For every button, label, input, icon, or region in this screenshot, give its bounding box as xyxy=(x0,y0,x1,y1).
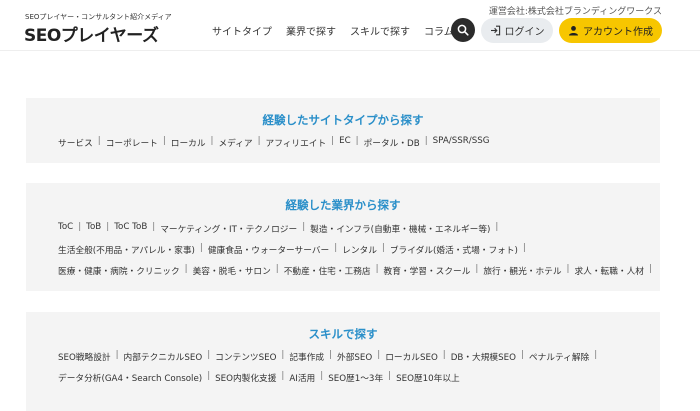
filter-tag-link[interactable]: レンタル xyxy=(342,243,377,256)
tag-separator: | xyxy=(329,350,333,360)
tag-separator: | xyxy=(115,350,119,360)
site-logo[interactable]: SEOプレイヤーズ xyxy=(24,21,159,46)
tag-separator: | xyxy=(388,371,392,381)
nav-item-site-type[interactable]: サイトタイプ xyxy=(212,23,272,38)
filter-tag-link[interactable]: コンテンツSEO xyxy=(215,350,276,363)
filter-tag-link[interactable]: 生活全般(不用品・アパレル・家事) xyxy=(58,243,195,256)
login-label: ログイン xyxy=(504,27,545,38)
login-icon xyxy=(490,25,500,36)
header-divider xyxy=(0,50,700,51)
tag-row: 医療・健康・病院・クリニック | 美容・脱毛・サロン | 不動産・住宅・工務店 | 教育・学… xyxy=(58,264,657,277)
filter-tag-link[interactable]: メディア xyxy=(218,136,252,149)
tag-separator: | xyxy=(207,371,211,381)
filter-tag-link[interactable]: SEO戦略設計 xyxy=(58,350,111,363)
tag-separator: | xyxy=(381,243,385,253)
tag-separator: | xyxy=(162,136,166,146)
main-nav: サイトタイプ 業界で探す スキルで探す コラム xyxy=(212,23,454,38)
filter-tag-link[interactable]: SEO内製化支援 xyxy=(215,371,276,384)
tag-separator: | xyxy=(377,350,381,360)
create-account-label: アカウント作成 xyxy=(583,27,653,38)
tag-separator: | xyxy=(648,264,652,274)
filter-tag-link[interactable]: SEO歴10年以上 xyxy=(396,371,460,384)
filter-tag-link[interactable]: ToC ToB xyxy=(114,222,147,235)
filter-tag-link[interactable]: SPA/SSR/SSG xyxy=(433,136,490,149)
filter-tag-link[interactable]: ポータル・DB xyxy=(364,136,420,149)
tag-row: SEO戦略設計 | 内部テクニカルSEO | コンテンツSEO | 記事作成 | 外部SEO | ロ… xyxy=(58,350,602,363)
tag-separator: | xyxy=(106,222,110,232)
filter-tag-link[interactable]: EC xyxy=(339,136,351,149)
industry-section: 経験した業界から探す ToC | ToB | ToC ToB | マーケティング・IT・テク… xyxy=(26,183,660,291)
tag-separator: | xyxy=(495,222,499,232)
tag-separator: | xyxy=(184,264,188,274)
filter-tag-link[interactable]: 記事作成 xyxy=(289,350,324,363)
filter-tag-link[interactable]: サービス xyxy=(58,136,93,149)
tag-separator: | xyxy=(257,136,261,146)
filter-tag-link[interactable]: 旅行・観光・ホテル xyxy=(483,264,561,277)
skill-section-title: スキルで探す xyxy=(308,327,378,341)
tag-row: データ分析(GA4・Search Console) | SEO内製化支援 | AI活用 |… xyxy=(58,371,460,384)
filter-tag-link[interactable]: ローカル xyxy=(171,136,206,149)
tag-separator: | xyxy=(424,136,428,146)
tag-separator: | xyxy=(210,136,214,146)
filter-tag-link[interactable]: マーケティング・IT・テクノロジー xyxy=(160,222,297,235)
filter-tag-link[interactable]: 不動産・住宅・工務店 xyxy=(284,264,371,277)
site-type-section: 経験したサイトタイプから探す サービス | コーポレート | ローカル | メディア | アフィ… xyxy=(26,98,660,163)
tag-row: ToC | ToB | ToC ToB | マーケティング・IT・テクノロジー | 製造・インフ… xyxy=(58,222,503,235)
filter-tag-link[interactable]: コーポレート xyxy=(106,136,158,149)
filter-tag-link[interactable]: 外部SEO xyxy=(337,350,372,363)
nav-item-skill[interactable]: スキルで探す xyxy=(350,23,410,38)
filter-tag-link[interactable]: 医療・健康・病院・クリニック xyxy=(58,264,180,277)
tag-separator: | xyxy=(207,350,211,360)
filter-tag-link[interactable]: SEO歴1〜3年 xyxy=(328,371,383,384)
industry-section-title: 経験した業界から探す xyxy=(285,198,401,212)
tag-separator: | xyxy=(152,222,156,232)
tag-separator: | xyxy=(275,264,279,274)
tag-separator: | xyxy=(78,222,82,232)
tag-separator: | xyxy=(302,222,306,232)
login-button[interactable]: ログイン xyxy=(481,18,553,43)
filter-tag-link[interactable]: 製造・インフラ(自動車・機械・エネルギー等) xyxy=(310,222,490,235)
filter-tag-link[interactable]: AI活用 xyxy=(289,371,315,384)
filter-tag-link[interactable]: 教育・学習・スクール xyxy=(384,264,471,277)
tag-separator: | xyxy=(334,243,338,253)
skill-section: スキルで探す SEO戦略設計 | 内部テクニカルSEO | コンテンツSEO | 記事作成 |… xyxy=(26,312,660,411)
tag-separator: | xyxy=(281,371,285,381)
site-type-section-title: 経験したサイトタイプから探す xyxy=(262,113,424,127)
filter-tag-link[interactable]: DB・大規模SEO xyxy=(451,350,516,363)
filter-tag-link[interactable]: 健康食品・ウォーターサーバー xyxy=(208,243,329,256)
user-icon xyxy=(569,26,578,36)
tag-separator: | xyxy=(281,350,285,360)
tag-separator: | xyxy=(520,350,524,360)
filter-tag-link[interactable]: 求人・転職・人材 xyxy=(574,264,644,277)
tag-separator: | xyxy=(355,136,359,146)
tag-separator: | xyxy=(522,243,526,253)
site-header: SEOプレイヤー・コンサルタント紹介メディア SEOプレイヤーズ 運営会社:株式… xyxy=(0,0,700,50)
nav-item-column[interactable]: コラム xyxy=(424,23,454,38)
filter-tag-link[interactable]: ペナルティ解除 xyxy=(529,350,589,363)
create-account-button[interactable]: アカウント作成 xyxy=(559,18,662,43)
filter-tag-link[interactable]: 美容・脱毛・サロン xyxy=(193,264,271,277)
tag-separator: | xyxy=(199,243,203,253)
search-icon xyxy=(457,24,469,36)
tag-separator: | xyxy=(594,350,598,360)
tag-separator: | xyxy=(375,264,379,274)
filter-tag-link[interactable]: ローカルSEO xyxy=(385,350,438,363)
filter-tag-link[interactable]: ToC xyxy=(58,222,73,235)
tag-separator: | xyxy=(320,371,324,381)
search-button[interactable] xyxy=(451,18,475,42)
filter-tag-link[interactable]: 内部テクニカルSEO xyxy=(124,350,203,363)
tag-separator: | xyxy=(97,136,101,146)
tag-separator: | xyxy=(442,350,446,360)
nav-item-industry[interactable]: 業界で探す xyxy=(286,23,336,38)
tag-separator: | xyxy=(475,264,479,274)
filter-tag-link[interactable]: アフィリエイト xyxy=(266,136,327,149)
tag-row: サービス | コーポレート | ローカル | メディア | アフィリエイト | EC | ポータル・DB… xyxy=(58,136,489,149)
filter-tag-link[interactable]: ToB xyxy=(86,222,101,235)
filter-tag-link[interactable]: データ分析(GA4・Search Console) xyxy=(58,371,202,384)
operator-link[interactable]: 運営会社:株式会社ブランディングワークス xyxy=(489,4,662,17)
tag-separator: | xyxy=(331,136,335,146)
tag-row: 生活全般(不用品・アパレル・家事) | 健康食品・ウォーターサーバー | レンタル | ブラ… xyxy=(58,243,531,256)
tag-separator: | xyxy=(566,264,570,274)
filter-tag-link[interactable]: ブライダル(婚活・式場・フォト) xyxy=(390,243,518,256)
